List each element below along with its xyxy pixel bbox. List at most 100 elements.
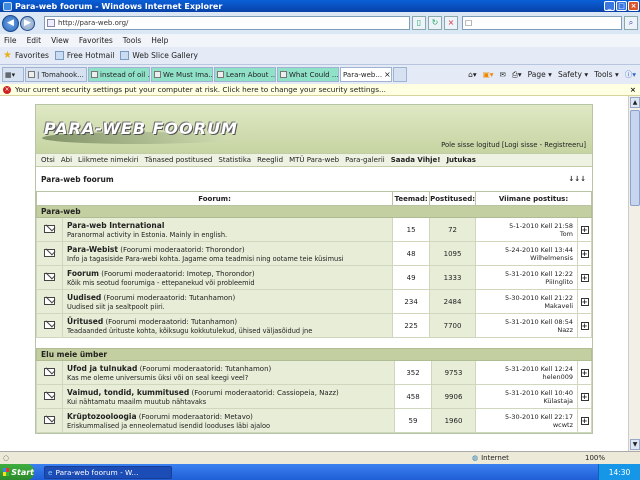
go-to-last-post-cell: + bbox=[577, 360, 592, 385]
menu-bar: File Edit View Favorites Tools Help bbox=[0, 34, 640, 47]
login-status[interactable]: Pole sisse logitud [Logi sisse - Registr… bbox=[441, 141, 586, 149]
stop-icon[interactable]: × bbox=[444, 16, 458, 30]
nav-statistics[interactable]: Statistika bbox=[218, 156, 251, 164]
forum-row: Para-web International Paranormal activi… bbox=[36, 217, 592, 242]
page-icon bbox=[217, 71, 224, 78]
category-name[interactable]: Para-web bbox=[36, 205, 592, 218]
close-tab-icon[interactable]: × bbox=[384, 70, 391, 79]
home-icon[interactable]: ⌂▾ bbox=[468, 70, 477, 79]
nav-gallery[interactable]: Para-galerii bbox=[345, 156, 385, 164]
last-post-user[interactable]: PiiInglito bbox=[476, 278, 573, 286]
clock[interactable]: 14:30 bbox=[609, 468, 631, 477]
last-post-user[interactable]: Wilhelmensis bbox=[476, 254, 573, 262]
forum-link[interactable]: Uudised bbox=[67, 293, 101, 302]
last-post-icon[interactable]: + bbox=[580, 368, 589, 377]
last-post-user[interactable]: helen009 bbox=[476, 373, 573, 381]
nav-todays-posts[interactable]: Tänased postitused bbox=[145, 156, 213, 164]
category-name[interactable]: Elu meie ümber bbox=[36, 348, 592, 361]
help-icon[interactable]: ⓘ▾ bbox=[625, 69, 636, 80]
tab-we-must-imagine[interactable]: We Must Ima... bbox=[151, 67, 213, 82]
search-input[interactable]: ☐ bbox=[462, 16, 622, 30]
refresh-icon[interactable]: ↻ bbox=[428, 16, 442, 30]
tab-para-web[interactable]: Para-web... × bbox=[340, 67, 392, 82]
last-post-icon[interactable]: + bbox=[580, 321, 589, 330]
nav-rules[interactable]: Reeglid bbox=[257, 156, 283, 164]
menu-file[interactable]: File bbox=[4, 36, 17, 45]
forum-cell: Uudised (Foorumi moderaatorid: Tutanhamo… bbox=[61, 289, 394, 314]
tab-tomahook[interactable]: | Tomahook... bbox=[25, 67, 87, 82]
collapse-arrows-icon[interactable]: ↓↓↓ bbox=[568, 175, 586, 183]
taskbar-item-ie[interactable]: e Para-web foorum - W... bbox=[44, 465, 172, 479]
close-button[interactable]: × bbox=[628, 1, 639, 11]
nav-send-tip[interactable]: Saada Vihje! bbox=[391, 156, 441, 164]
page-menu[interactable]: Page ▾ bbox=[528, 70, 552, 79]
breadcrumb-home[interactable]: Para-web foorum bbox=[41, 175, 114, 184]
go-to-last-post-cell: + bbox=[577, 313, 592, 338]
menu-view[interactable]: View bbox=[51, 36, 69, 45]
last-post-icon[interactable]: + bbox=[580, 297, 589, 306]
feeds-icon[interactable]: ▣▾ bbox=[483, 70, 494, 79]
last-post-icon[interactable]: + bbox=[580, 392, 589, 401]
quick-tabs-button[interactable]: ▦▾ bbox=[2, 67, 24, 82]
forum-status-cell bbox=[36, 241, 63, 266]
forward-button[interactable]: ▶ bbox=[20, 15, 35, 31]
forum-link[interactable]: Para-web International bbox=[67, 221, 164, 230]
mail-icon[interactable]: ✉ bbox=[500, 70, 506, 79]
forum-link[interactable]: Para-Webist bbox=[67, 245, 118, 254]
last-post-icon[interactable]: + bbox=[580, 273, 589, 282]
start-button[interactable]: Start bbox=[0, 464, 34, 480]
new-tab-button[interactable] bbox=[393, 67, 407, 82]
site-logo[interactable]: PARA-WEB FOORUM bbox=[44, 119, 238, 138]
search-icon[interactable]: ⌕ bbox=[624, 16, 638, 30]
nav-chat[interactable]: Jutukas bbox=[446, 156, 475, 164]
nav-members[interactable]: Liikmete nimekiri bbox=[78, 156, 139, 164]
nav-mtu[interactable]: MTÜ Para-web bbox=[289, 156, 339, 164]
maximize-button[interactable]: □ bbox=[616, 1, 627, 11]
scroll-up-arrow[interactable]: ▲ bbox=[630, 97, 640, 108]
last-post-icon[interactable]: + bbox=[580, 225, 589, 234]
menu-help[interactable]: Help bbox=[151, 36, 168, 45]
posts-count: 1333 bbox=[429, 265, 476, 290]
print-icon[interactable]: ⎙▾ bbox=[512, 70, 522, 80]
security-zone[interactable]: ◍ Internet bbox=[472, 454, 509, 462]
zoom-level[interactable]: 100% bbox=[585, 454, 605, 462]
favorites-button[interactable]: ★ Favorites bbox=[3, 50, 49, 61]
close-infobar-icon[interactable]: × bbox=[630, 85, 636, 94]
last-post-cell: 5-30-2010 Kell 22:17 wcwtz bbox=[475, 408, 578, 433]
menu-favorites[interactable]: Favorites bbox=[79, 36, 113, 45]
tab-what-could[interactable]: What Could ... bbox=[277, 67, 339, 82]
forum-description: Teadaanded ürituste kohta, kõiksugu kokk… bbox=[67, 326, 313, 335]
menu-edit[interactable]: Edit bbox=[27, 36, 42, 45]
favorite-web-slice-gallery[interactable]: Web Slice Gallery bbox=[120, 51, 198, 60]
tab-instead-of-oil[interactable]: instead of oil ... bbox=[88, 67, 150, 82]
back-button[interactable]: ◀ bbox=[2, 14, 19, 32]
last-post-user[interactable]: Tom bbox=[476, 230, 573, 238]
menu-tools[interactable]: Tools bbox=[123, 36, 141, 45]
last-post-date: 5-1-2010 Kell 21:58 bbox=[509, 221, 573, 230]
forum-link[interactable]: Krüptozooloogia bbox=[67, 412, 137, 421]
compatibility-icon[interactable]: ▯ bbox=[412, 16, 426, 30]
last-post-user[interactable]: Nazz bbox=[476, 326, 573, 334]
forum-link[interactable]: Ufod ja tulnukad bbox=[67, 364, 137, 373]
last-post-user[interactable]: Külastaja bbox=[476, 397, 573, 405]
address-bar[interactable]: http://para-web.org/ bbox=[44, 16, 410, 30]
minimize-button[interactable]: _ bbox=[604, 1, 615, 11]
tab-learn-about[interactable]: Learn About ... bbox=[214, 67, 276, 82]
security-infobar[interactable]: × Your current security settings put you… bbox=[0, 84, 640, 96]
last-post-icon[interactable]: + bbox=[580, 249, 589, 258]
last-post-icon[interactable]: + bbox=[580, 416, 589, 425]
last-post-user[interactable]: wcwtz bbox=[476, 421, 573, 429]
nav-search[interactable]: Otsi bbox=[41, 156, 55, 164]
search-provider-icon: ☐ bbox=[465, 18, 473, 28]
nav-help[interactable]: Abi bbox=[61, 156, 72, 164]
favorite-free-hotmail[interactable]: Free Hotmail bbox=[54, 51, 114, 60]
safety-menu[interactable]: Safety ▾ bbox=[558, 70, 588, 79]
forum-link[interactable]: Vaimud, tondid, kummitused bbox=[67, 388, 189, 397]
tools-menu[interactable]: Tools ▾ bbox=[594, 70, 619, 79]
forum-link[interactable]: Foorum bbox=[67, 269, 99, 278]
last-post-user[interactable]: Makaveli bbox=[476, 302, 573, 310]
forum-link[interactable]: Üritused bbox=[67, 317, 103, 326]
vertical-scrollbar[interactable]: ▲ ▼ bbox=[628, 96, 640, 451]
scroll-thumb[interactable] bbox=[630, 110, 640, 206]
scroll-down-arrow[interactable]: ▼ bbox=[630, 439, 640, 450]
